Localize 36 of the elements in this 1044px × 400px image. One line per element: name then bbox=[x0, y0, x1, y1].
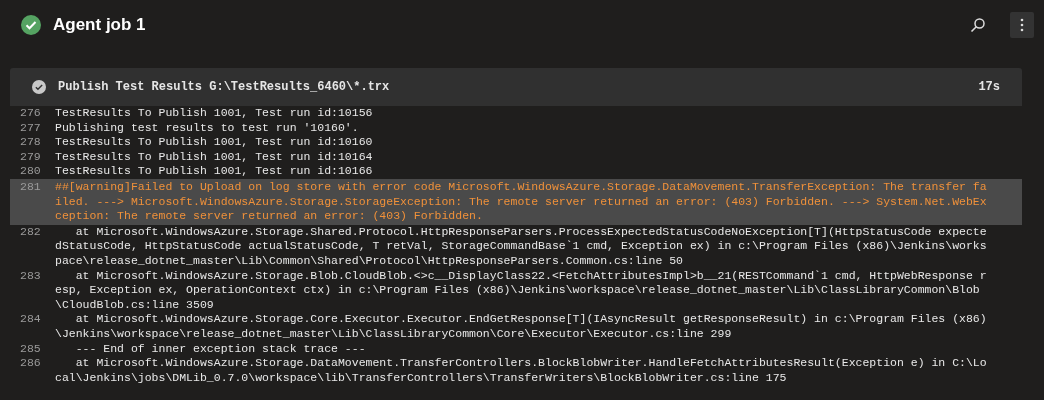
line-number: 286 bbox=[19, 356, 42, 372]
line-number: 278 bbox=[19, 135, 42, 150]
step-header[interactable]: Publish Test Results G:\TestResults_6460\*.trx 17s bbox=[10, 68, 1022, 106]
step-title: Publish Test Results G:\TestResults_6460\*.trx bbox=[58, 79, 390, 96]
log-text: at Microsoft.WindowsAzure.Storage.DataMovement.TransferControllers.BlockBlobWriter.HandleFetchAttributesResult(Exception e) in C:\Lo bbox=[74, 356, 987, 371]
log-text: \CloudBlob.cs:line 3509 bbox=[55, 297, 215, 313]
warning-text: ##[warning]Failed to Upload on log store with error code Microsoft.WindowsAzure.Storage.DataMovement.TransferException: The transfer fa bbox=[55, 179, 987, 195]
line-number: 284 bbox=[19, 312, 42, 328]
log-text: TestResults To Publish 1001, Test run id:10156 bbox=[55, 106, 373, 121]
log-text: at Microsoft.WindowsAzure.Storage.Blob.CloudBlob.<>c__DisplayClass22.<FetchAttributesImpl>b__21(RESTCommand`1 cmd, HttpWebResponse r bbox=[74, 268, 987, 284]
warning-text: ception: The remote server returned an error: (403) Forbidden. bbox=[55, 209, 484, 224]
line-number: 282 bbox=[19, 224, 42, 240]
log-text: cal\Jenkins\jobs\DMLib_0.7.0\workspace\lib\TransferControllers\TransferWriters\BlockBlobWriter.cs:line 175 bbox=[55, 370, 788, 386]
line-number: 285 bbox=[19, 341, 42, 357]
log-text: --- End of inner exception stack trace --- bbox=[74, 341, 366, 357]
log-text: \Jenkins\workspace\release_dotnet_master\Lib\ClassLibraryCommon\Core\Executor\Executor.cs:line 299 bbox=[55, 326, 733, 342]
job-title: Agent job 1 bbox=[53, 14, 146, 37]
line-number: 279 bbox=[19, 149, 42, 165]
step-duration: 17s bbox=[978, 79, 1000, 96]
line-number: 281 bbox=[19, 179, 42, 195]
log-text: pace\release_dotnet_master\Lib\Common\Shared\Protocol\HttpResponseParsers.Common.cs:line 50 bbox=[55, 253, 684, 269]
line-number: 277 bbox=[19, 120, 42, 136]
log-text: dStatusCode, HttpStatusCode actualStatusCode, T retVal, StorageCommandBase`1 cmd, Exception ex) in c:\Program Files (x86)\Jenkins\works bbox=[55, 239, 987, 254]
warning-text: iled. ---> Microsoft.WindowsAzure.Storage.StorageException: The remote server returned an error: (403) Forbidden. ---> System.Net.WebEx bbox=[55, 194, 987, 210]
line-number: 283 bbox=[19, 268, 42, 284]
log-text: TestResults To Publish 1001, Test run id:10166 bbox=[55, 164, 373, 179]
log-text: esp, Exception ex, OperationContext ctx) in c:\Program Files (x86)\Jenkins\workspace\release_dotnet_master\Lib\ClassLibraryCommon\Blob bbox=[55, 283, 981, 298]
line-number: 280 bbox=[19, 164, 42, 179]
search-icon bbox=[970, 17, 986, 33]
more-icon bbox=[1020, 18, 1024, 32]
log-text: at Microsoft.WindowsAzure.Storage.Core.Executor.Executor.EndGetResponse[T](IAsyncResult getResponseResult) in c:\Program Files (x86) bbox=[74, 312, 987, 327]
log-text: Publishing test results to test run '10160'. bbox=[55, 120, 359, 136]
log-text: at Microsoft.WindowsAzure.Storage.Shared.Protocol.HttpResponseParsers.ProcessExpectedStatusCodeNoException[T](HttpStatusCode expecte bbox=[74, 224, 987, 240]
log-text: TestResults To Publish 1001, Test run id:10160 bbox=[55, 135, 373, 150]
log-text: TestResults To Publish 1001, Test run id:10164 bbox=[55, 149, 373, 165]
line-number: 276 bbox=[19, 106, 42, 121]
